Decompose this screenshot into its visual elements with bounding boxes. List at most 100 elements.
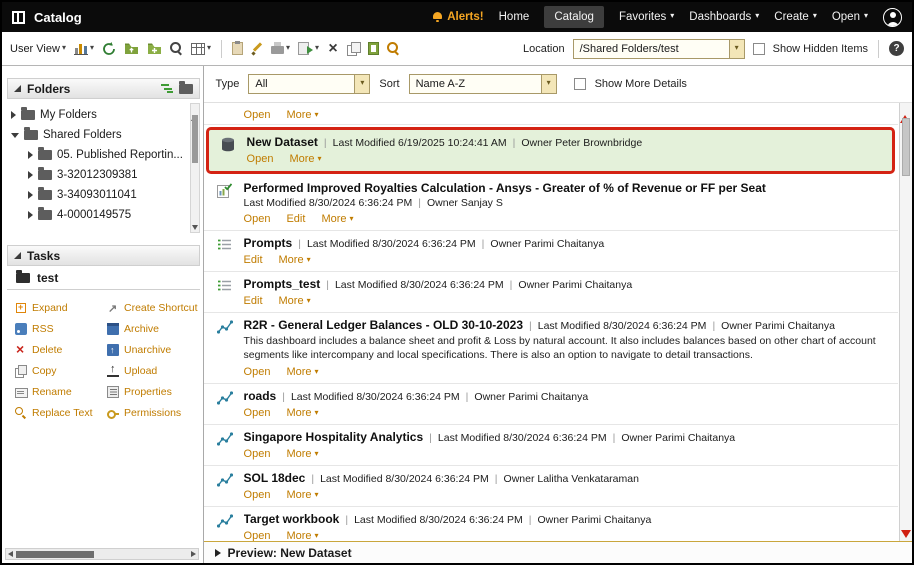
catalog-item-prompts-test[interactable]: Prompts_test Last Modified 8/30/2024 6:3… [204, 272, 898, 313]
preview-bar[interactable]: Preview: New Dataset [204, 541, 912, 563]
more-link[interactable]: More [286, 489, 318, 501]
catalog-item-target-workbook[interactable]: Target workbook Last Modified 8/30/2024 … [204, 507, 898, 541]
print-button[interactable] [271, 42, 290, 55]
open-link[interactable]: Open [244, 489, 271, 501]
catalog-item-roads[interactable]: roads Last Modified 8/30/2024 6:36:24 PM… [204, 384, 898, 425]
more-link[interactable]: More [286, 448, 318, 460]
scroll-right-icon[interactable] [191, 551, 196, 557]
sidebar-horizontal-scrollbar[interactable] [5, 548, 199, 560]
new-folder-button[interactable] [147, 42, 162, 55]
refresh-button[interactable] [102, 42, 116, 56]
expand-arrow-icon[interactable] [28, 211, 33, 219]
expand-arrow-icon[interactable] [11, 111, 16, 119]
user-avatar[interactable] [883, 8, 902, 27]
change-view-button[interactable] [74, 42, 94, 55]
user-view-dropdown[interactable]: User View [10, 43, 66, 55]
edit-link[interactable]: Edit [244, 254, 263, 266]
dropdown-arrow-icon[interactable] [729, 40, 744, 58]
catalog-item-new-dataset[interactable]: New Dataset Last Modified 6/19/2025 10:2… [206, 127, 895, 174]
open-link[interactable]: Open [247, 153, 274, 165]
search-button[interactable] [170, 42, 183, 55]
more-link[interactable]: More [286, 407, 318, 419]
open-link[interactable]: Open [244, 407, 271, 419]
task-archive[interactable]: Archive [107, 323, 198, 335]
type-select[interactable]: All [248, 74, 370, 94]
catalog-item-singapore-hospitality[interactable]: Singapore Hospitality Analytics Last Mod… [204, 425, 898, 466]
task-permissions[interactable]: Permissions [107, 407, 198, 419]
task-unarchive[interactable]: Unarchive [107, 344, 198, 356]
more-link[interactable]: More [279, 254, 311, 266]
app-grid-icon[interactable] [12, 11, 25, 24]
nav-create[interactable]: Create [774, 11, 817, 23]
scroll-left-icon[interactable] [8, 551, 13, 557]
scroll-down-icon[interactable] [192, 225, 198, 230]
sort-select[interactable]: Name A-Z [409, 74, 557, 94]
edit-link[interactable]: Edit [286, 213, 305, 225]
open-link[interactable]: Open [244, 448, 271, 460]
archive-button[interactable] [368, 42, 379, 55]
open-link[interactable]: Open [244, 109, 271, 121]
more-link[interactable]: More [286, 109, 318, 121]
more-link[interactable]: More [321, 213, 353, 225]
more-link[interactable]: More [286, 366, 318, 378]
more-link[interactable]: More [286, 530, 318, 541]
tree-item-4-0000149575[interactable]: 4-0000149575 [11, 205, 186, 225]
scrollbar-thumb[interactable] [902, 118, 910, 176]
paste-clipboard-button[interactable] [232, 42, 243, 55]
open-link[interactable]: Open [244, 213, 271, 225]
nav-home[interactable]: Home [499, 11, 530, 23]
tree-item-3-32012309381[interactable]: 3-32012309381 [11, 165, 186, 185]
open-link[interactable]: Open [244, 366, 271, 378]
tree-item-published-reporting[interactable]: 05. Published Reportin... [11, 145, 186, 165]
task-delete[interactable]: Delete [15, 344, 103, 356]
export-button[interactable] [298, 42, 319, 55]
scrollbar-thumb[interactable] [16, 551, 94, 558]
catalog-item-prompts[interactable]: Prompts Last Modified 8/30/2024 6:36:24 … [204, 231, 898, 272]
tree-item-3-34093011041[interactable]: 3-34093011041 [11, 185, 186, 205]
tree-item-shared-folders[interactable]: Shared Folders [11, 125, 186, 145]
tree-item-my-folders[interactable]: My Folders [11, 105, 186, 125]
scrollbar-thumb[interactable] [192, 115, 198, 163]
help-icon[interactable] [889, 41, 904, 56]
task-rename[interactable]: Rename [15, 386, 103, 398]
expand-arrow-icon[interactable] [28, 191, 33, 199]
nav-dashboards[interactable]: Dashboards [689, 11, 759, 23]
expand-arrow-icon[interactable] [28, 151, 33, 159]
task-upload[interactable]: Upload [107, 365, 198, 377]
task-rss[interactable]: RSS [15, 323, 103, 335]
task-replace-text[interactable]: Replace Text [15, 407, 103, 419]
more-link[interactable]: More [289, 153, 321, 165]
collapse-triangle-icon[interactable] [14, 85, 21, 92]
tree-scrollbar[interactable] [190, 103, 200, 233]
show-hidden-checkbox[interactable] [753, 43, 765, 55]
find-button[interactable] [387, 42, 400, 55]
views-button[interactable] [191, 43, 211, 55]
nav-favorites[interactable]: Favorites [619, 11, 674, 23]
scroll-down-icon[interactable] [901, 530, 911, 538]
catalog-item-performed-royalties[interactable]: Performed Improved Royalties Calculation… [204, 176, 898, 231]
more-link[interactable]: More [279, 295, 311, 307]
catalog-item-r2r[interactable]: R2R - General Ledger Balances - OLD 30-1… [204, 313, 898, 384]
show-more-details-checkbox[interactable] [574, 78, 586, 90]
dropdown-arrow-icon[interactable] [354, 75, 369, 93]
task-properties[interactable]: Properties [107, 386, 198, 398]
folder-icon[interactable] [179, 84, 193, 94]
dropdown-arrow-icon[interactable] [541, 75, 556, 93]
alerts-button[interactable]: Alerts! [432, 11, 483, 23]
nav-catalog[interactable]: Catalog [544, 6, 604, 28]
list-scrollbar[interactable] [899, 103, 912, 541]
task-expand[interactable]: Expand [15, 302, 103, 314]
task-create-shortcut[interactable]: Create Shortcut [107, 302, 198, 314]
task-copy[interactable]: Copy [15, 365, 103, 377]
collapse-triangle-icon[interactable] [14, 252, 21, 259]
catalog-item-sol-18dec[interactable]: SOL 18dec Last Modified 8/30/2024 6:36:2… [204, 466, 898, 507]
copy-button[interactable] [347, 42, 360, 55]
tree-view-icon[interactable] [161, 83, 173, 94]
edit-link[interactable]: Edit [244, 295, 263, 307]
edit-button[interactable] [251, 42, 263, 55]
delete-button[interactable] [327, 42, 339, 56]
up-folder-button[interactable] [124, 42, 139, 55]
expand-preview-icon[interactable] [215, 549, 221, 557]
nav-open[interactable]: Open [832, 11, 868, 23]
collapse-arrow-icon[interactable] [11, 133, 19, 138]
